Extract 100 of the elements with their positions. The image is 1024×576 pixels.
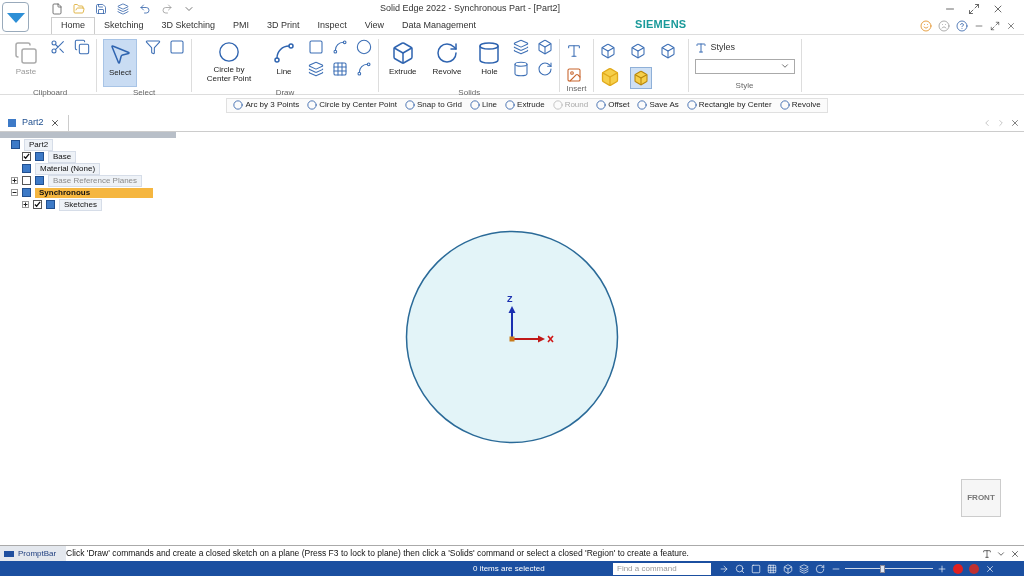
cube-icon[interactable] [599, 43, 616, 59]
zoom-icon[interactable] [735, 563, 745, 574]
frame-icon[interactable] [169, 39, 185, 55]
new-file-icon[interactable] [51, 2, 63, 15]
pointer-icon [108, 42, 132, 66]
prompt-bar-label[interactable]: PromptBar [0, 546, 66, 561]
command-button[interactable]: Circle by Center Point [307, 99, 397, 111]
cube-icon[interactable] [599, 67, 620, 87]
tree-item[interactable]: Base [48, 150, 77, 163]
cube-icon[interactable] [659, 43, 676, 59]
layers-icon[interactable] [513, 39, 530, 55]
command-button[interactable]: Rectangle by Center [686, 99, 772, 111]
z-axis-label: Z [507, 293, 513, 306]
rotate-icon[interactable] [815, 563, 825, 574]
close-icon[interactable] [49, 118, 60, 128]
ribbon-tab[interactable]: View [355, 17, 393, 34]
grid-icon[interactable] [332, 61, 348, 77]
layers-icon[interactable] [308, 61, 324, 77]
expand-icon[interactable] [11, 177, 18, 184]
ribbon-tab[interactable]: Inspect [308, 17, 356, 34]
zoom-in-icon[interactable] [937, 563, 947, 574]
ribbon-button[interactable]: Revolve [428, 39, 466, 87]
group-label: Draw [274, 87, 296, 99]
view-icon[interactable] [783, 563, 793, 574]
ribbon-tab[interactable]: Data Management [393, 17, 486, 34]
save-icon[interactable] [95, 2, 107, 15]
close-icon[interactable] [1010, 548, 1020, 559]
close-icon[interactable] [1006, 21, 1016, 31]
command-button[interactable]: Save As [637, 99, 679, 111]
scissors-icon[interactable] [50, 39, 66, 55]
cylinder-icon[interactable] [513, 61, 530, 77]
tree-item[interactable]: Material (None) [35, 162, 101, 175]
spline-icon[interactable] [356, 61, 372, 77]
ribbon-button[interactable]: Line [268, 39, 300, 87]
slider-thumb[interactable] [879, 564, 885, 573]
group-label: Style [734, 80, 755, 92]
filter-icon[interactable] [145, 39, 161, 55]
styles-label[interactable]: Styles [694, 41, 795, 55]
close-icon[interactable] [1010, 118, 1020, 128]
application-button[interactable] [2, 2, 29, 32]
revolve-icon [435, 41, 460, 65]
arrow-icon[interactable] [719, 563, 729, 574]
help-icon[interactable] [956, 20, 968, 32]
checkbox[interactable] [22, 152, 31, 161]
tree-item[interactable]: Part2 [24, 138, 54, 151]
checkbox[interactable] [33, 200, 42, 209]
styles-icon [694, 41, 707, 54]
sketch-circle[interactable] [405, 230, 619, 444]
font-size-icon[interactable] [982, 548, 992, 559]
command-button[interactable]: Offset [596, 99, 630, 111]
command-button[interactable]: Snap to Grid [405, 99, 462, 111]
arc-icon[interactable] [332, 39, 348, 55]
copy-icon[interactable] [74, 39, 90, 55]
ribbon-tab[interactable]: Home [51, 17, 95, 34]
layers-icon[interactable] [799, 563, 809, 574]
group-label: Solids [457, 87, 482, 99]
cube-icon[interactable] [629, 43, 646, 59]
node-icon [46, 200, 55, 209]
box-icon[interactable] [537, 39, 554, 55]
collapse-icon[interactable] [11, 189, 18, 196]
undo-icon[interactable] [139, 2, 151, 15]
zoom-slider[interactable] [845, 564, 933, 573]
node-icon [22, 188, 31, 197]
command-icon [596, 100, 607, 110]
command-icon [307, 100, 318, 110]
ribbon-tab[interactable]: PMI [224, 17, 259, 34]
redo-icon[interactable] [161, 2, 173, 15]
ribbon-button[interactable]: Circle by Center Point [198, 39, 260, 87]
command-icon [552, 100, 563, 110]
command-button[interactable]: Arc by 3 Points [233, 99, 300, 111]
restore-icon[interactable] [968, 2, 980, 15]
node-icon [35, 176, 44, 185]
image-icon[interactable] [566, 67, 583, 83]
layers-icon[interactable] [117, 2, 129, 15]
text-icon[interactable] [566, 43, 583, 59]
rectangle-icon[interactable] [308, 39, 324, 55]
shaded-cube-button[interactable] [629, 67, 652, 89]
command-icon [779, 100, 790, 110]
command-button[interactable]: Line [469, 99, 498, 111]
window-title: Solid Edge 2022 - Synchronous Part - [Part2] [380, 1, 561, 15]
rotate-icon[interactable] [537, 61, 554, 77]
checkbox[interactable] [22, 176, 31, 185]
ribbon-tab[interactable]: 3D Sketching [152, 17, 225, 34]
ribbon-button[interactable]: Extrude [385, 39, 421, 87]
tree-item[interactable]: Synchronous [35, 187, 153, 198]
ribbon-tab[interactable]: Sketching [95, 17, 153, 34]
command-button[interactable]: Extrude [505, 99, 545, 111]
expand-icon[interactable] [22, 201, 29, 208]
fit-icon[interactable] [751, 563, 761, 574]
ribbon-button[interactable]: Hole [473, 39, 506, 87]
view-cube[interactable]: FRONT [961, 479, 1001, 517]
command-button[interactable]: Revolve [779, 99, 821, 111]
restore-icon[interactable] [990, 21, 1000, 31]
command-search-field[interactable]: Find a command [613, 562, 711, 575]
styles-dropdown[interactable] [694, 58, 795, 74]
ribbon-button[interactable]: Select [103, 39, 137, 87]
prompt-message: Click 'Draw' commands and create a closed sketch on a plane (Press F3 to lock to plane) then click a 'Solids' command or select a closed 'Region' to create a feature. [66, 547, 689, 560]
ribbon-tab[interactable]: 3D Print [258, 17, 309, 34]
close-icon[interactable] [985, 563, 995, 574]
tree-item[interactable]: Sketches [59, 198, 102, 211]
